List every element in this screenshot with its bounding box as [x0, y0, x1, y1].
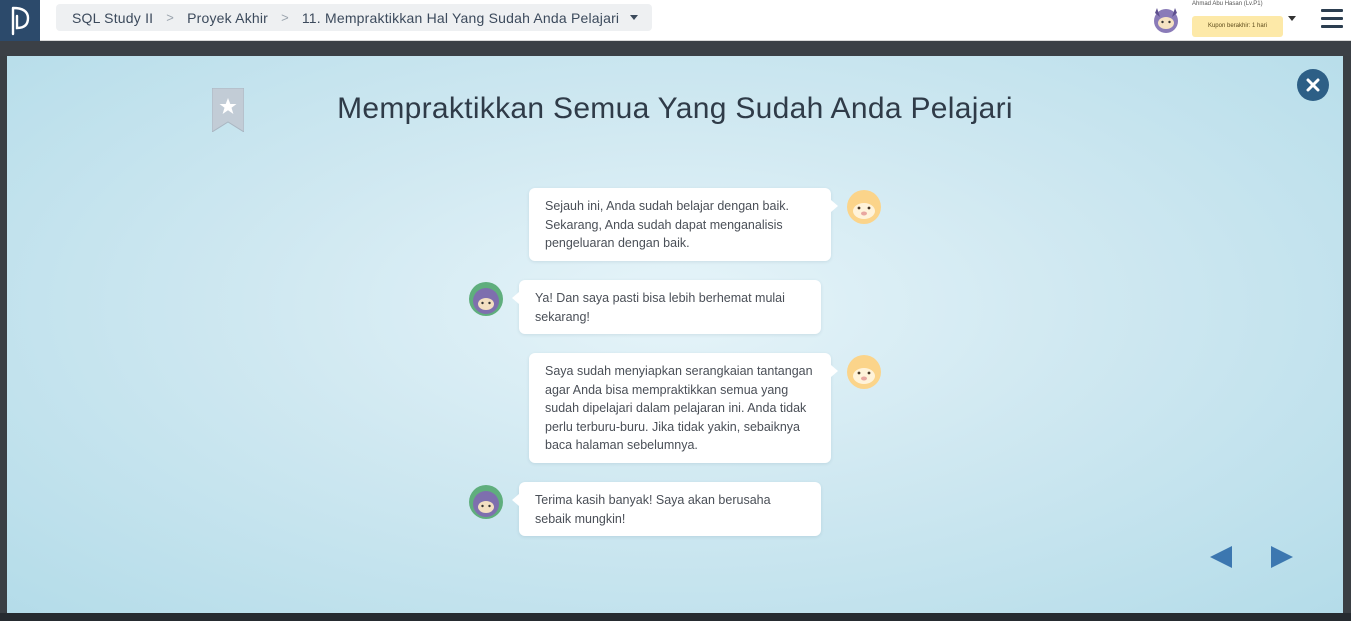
- chat-bubble-teacher: Saya sudah menyiapkan serangkaian tantan…: [529, 353, 838, 463]
- chat-bubble-teacher: Sejauh ini, Anda sudah belajar dengan ba…: [529, 188, 838, 261]
- logo-icon[interactable]: [0, 0, 40, 41]
- student-avatar-icon: [469, 282, 503, 316]
- slide-modal: Mempraktikkan Semua Yang Sudah Anda Pela…: [7, 56, 1343, 613]
- user-area: Ahmad Abu Hasan (Lv.P1) Kupon berakhir: …: [1151, 0, 1351, 41]
- message-text: Sejauh ini, Anda sudah belajar dengan ba…: [545, 199, 789, 250]
- user-name[interactable]: Ahmad Abu Hasan (Lv.P1): [1192, 1, 1263, 7]
- teacher-avatar-icon: [847, 190, 881, 224]
- breadcrumb: SQL Study II > Proyek Akhir > 11. Mempra…: [56, 4, 653, 31]
- breadcrumb-lesson[interactable]: 11. Mempraktikkan Hal Yang Sudah Anda Pe…: [302, 10, 619, 26]
- slide-title: Mempraktikkan Semua Yang Sudah Anda Pela…: [337, 92, 1013, 125]
- top-bar: SQL Study II > Proyek Akhir > 11. Mempra…: [0, 0, 1351, 41]
- message-text: Terima kasih banyak! Saya akan berusaha …: [535, 493, 771, 526]
- student-avatar-icon: [469, 485, 503, 519]
- message-text: Saya sudah menyiapkan serangkaian tantan…: [545, 364, 813, 452]
- teacher-avatar-icon: [847, 355, 881, 389]
- breadcrumb-course[interactable]: SQL Study II: [72, 10, 153, 26]
- triangle-left-icon[interactable]: [1208, 544, 1234, 570]
- chat-bubble-student: Ya! Dan saya pasti bisa lebih berhemat m…: [512, 280, 821, 334]
- hamburger-menu-icon[interactable]: [1321, 9, 1343, 29]
- background-page-bottom: [0, 613, 1351, 621]
- chevron-down-icon[interactable]: [630, 15, 639, 20]
- breadcrumb-section[interactable]: Proyek Akhir: [187, 10, 268, 26]
- coupon-badge[interactable]: Kupon berakhir: 1 hari: [1192, 16, 1283, 37]
- message-text: Ya! Dan saya pasti bisa lebih berhemat m…: [535, 291, 785, 324]
- chevron-down-icon[interactable]: [1288, 16, 1296, 21]
- close-icon: [1306, 78, 1320, 92]
- avatar[interactable]: [1151, 5, 1181, 35]
- chevron-right-icon: >: [166, 10, 175, 25]
- background-page: [0, 41, 1351, 56]
- close-button[interactable]: [1297, 69, 1329, 101]
- chevron-right-icon: >: [281, 10, 289, 25]
- triangle-right-icon[interactable]: [1269, 544, 1295, 570]
- chat-bubble-student: Terima kasih banyak! Saya akan berusaha …: [512, 482, 821, 536]
